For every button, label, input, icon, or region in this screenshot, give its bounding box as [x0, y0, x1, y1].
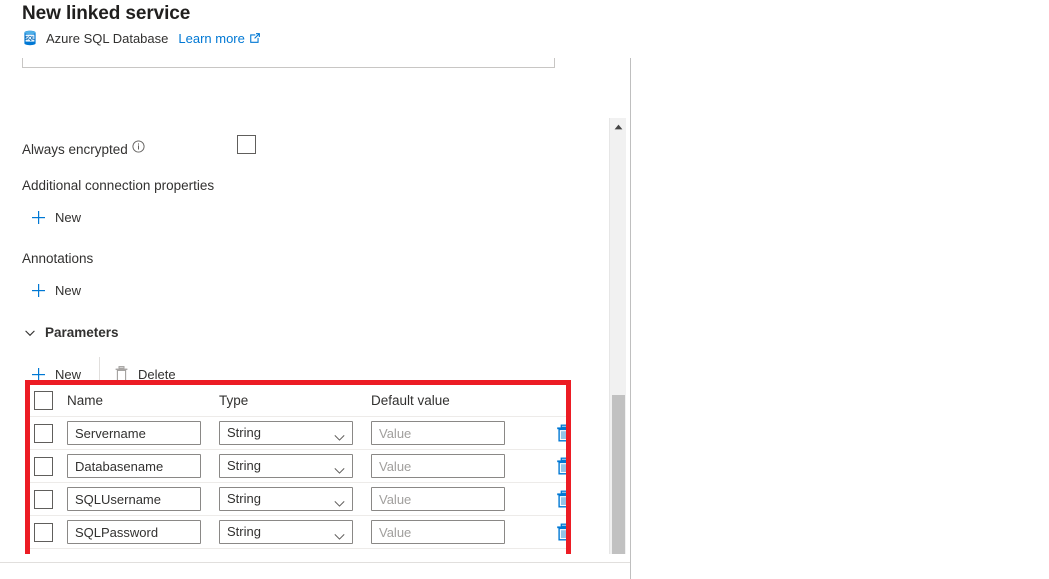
parameter-row-action-cell: [531, 424, 573, 442]
plus-icon: [31, 283, 46, 298]
additional-connection-properties-new-label: New: [55, 209, 82, 225]
parameter-name-cell: [67, 454, 219, 478]
plus-icon: [31, 367, 46, 382]
parameter-row-action-cell: [531, 523, 573, 541]
parameter-default-value-input[interactable]: [371, 454, 505, 478]
parameter-name-input[interactable]: [67, 487, 201, 511]
service-name: Azure SQL Database: [46, 30, 169, 46]
info-icon: [132, 140, 145, 153]
row-select-checkbox[interactable]: [34, 489, 53, 509]
select-all-checkbox[interactable]: [34, 391, 53, 410]
parameter-name-cell: [67, 421, 219, 445]
parameters-delete-label: Delete: [138, 366, 176, 382]
row-select-cell: [29, 489, 67, 509]
annotations-new-label: New: [55, 282, 82, 298]
column-header-type: Type: [219, 392, 249, 408]
row-select-cell: [29, 456, 67, 476]
parameter-name-input[interactable]: [67, 520, 201, 544]
parameter-default-value-input[interactable]: [371, 520, 505, 544]
parameters-section-label: Parameters: [45, 324, 119, 340]
parameter-type-select[interactable]: StringIntFloatBoolArrayObjectSecureStrin…: [219, 487, 353, 511]
parameter-default-value-input[interactable]: [371, 421, 505, 445]
scrollbar-thumb[interactable]: [612, 395, 625, 554]
external-link-icon: [249, 32, 261, 44]
parameter-name-input[interactable]: [67, 421, 201, 445]
parameter-row-action-cell: [531, 490, 573, 508]
page-title: New linked service: [22, 3, 191, 24]
select-all-cell: [29, 391, 67, 410]
row-select-checkbox[interactable]: [34, 456, 53, 476]
additional-connection-properties-new-button[interactable]: New: [31, 207, 81, 227]
blade-header: New linked service SQL Azure SQL Databas…: [0, 0, 631, 58]
parameter-type-select[interactable]: StringIntFloatBoolArrayObjectSecureStrin…: [219, 421, 353, 445]
parameter-type-select-wrap: StringIntFloatBoolArrayObjectSecureStrin…: [219, 520, 353, 544]
learn-more-link[interactable]: Learn more: [178, 31, 260, 46]
parameter-name-input[interactable]: [67, 454, 201, 478]
parameters-table: Name Type Default value StringIntFloatBo…: [29, 385, 571, 549]
parameter-name-cell: [67, 487, 219, 511]
vertical-scrollbar[interactable]: [609, 118, 626, 554]
parameter-default-value-cell: [371, 520, 531, 544]
table-header-row: Name Type Default value: [29, 385, 566, 417]
column-header-default-value: Default value: [371, 392, 450, 408]
always-encrypted-label: Always encrypted: [22, 140, 145, 157]
new-linked-service-blade: New linked service SQL Azure SQL Databas…: [0, 0, 631, 579]
parameter-default-value-cell: [371, 421, 531, 445]
plus-icon: [31, 210, 46, 225]
parameter-name-cell: [67, 520, 219, 544]
parameter-type-select-wrap: StringIntFloatBoolArrayObjectSecureStrin…: [219, 487, 353, 511]
annotations-new-button[interactable]: New: [31, 280, 81, 300]
table-row: StringIntFloatBoolArrayObjectSecureStrin…: [29, 483, 571, 516]
parameters-section-toggle[interactable]: Parameters: [24, 323, 119, 341]
parameter-type-select[interactable]: StringIntFloatBoolArrayObjectSecureStrin…: [219, 454, 353, 478]
svg-text:SQL: SQL: [25, 36, 36, 42]
row-select-checkbox[interactable]: [34, 423, 53, 443]
blade-scroll-body: Always encrypted Additional connection p…: [0, 58, 631, 554]
additional-connection-properties-label: Additional connection properties: [22, 178, 215, 193]
parameter-default-value-cell: [371, 487, 531, 511]
blade-footer-divider: [0, 562, 630, 563]
scroll-up-arrow-icon[interactable]: [610, 118, 626, 135]
table-row: StringIntFloatBoolArrayObjectSecureStrin…: [29, 516, 571, 549]
annotations-label: Annotations: [22, 251, 94, 266]
azure-sql-database-icon: SQL: [22, 30, 38, 46]
row-select-cell: [29, 423, 67, 443]
trash-icon[interactable]: [555, 457, 573, 475]
parameter-default-value-cell: [371, 454, 531, 478]
chevron-down-icon: [24, 326, 36, 338]
always-encrypted-checkbox[interactable]: [237, 135, 256, 154]
parameter-type-cell: StringIntFloatBoolArrayObjectSecureStrin…: [219, 454, 371, 478]
parameter-type-select[interactable]: StringIntFloatBoolArrayObjectSecureStrin…: [219, 520, 353, 544]
partial-field-above[interactable]: [22, 58, 555, 68]
blade-content: Always encrypted Additional connection p…: [0, 58, 612, 554]
parameters-new-button[interactable]: New: [31, 364, 81, 384]
column-header-name-cell: Name: [67, 392, 219, 410]
column-header-type-cell: Type: [219, 392, 371, 410]
parameter-type-cell: StringIntFloatBoolArrayObjectSecureStrin…: [219, 487, 371, 511]
parameter-type-cell: StringIntFloatBoolArrayObjectSecureStrin…: [219, 520, 371, 544]
table-row: StringIntFloatBoolArrayObjectSecureStrin…: [29, 417, 571, 450]
parameter-row-action-cell: [531, 457, 573, 475]
trash-icon[interactable]: [555, 490, 573, 508]
row-select-cell: [29, 522, 67, 542]
trash-icon[interactable]: [555, 424, 573, 442]
column-header-default-value-cell: Default value: [371, 392, 531, 410]
trash-icon: [114, 366, 129, 382]
parameters-delete-button[interactable]: Delete: [114, 364, 176, 384]
row-select-checkbox[interactable]: [34, 522, 53, 542]
parameter-type-select-wrap: StringIntFloatBoolArrayObjectSecureStrin…: [219, 454, 353, 478]
parameters-new-label: New: [55, 366, 82, 382]
service-subtitle: SQL Azure SQL Database Learn more: [22, 29, 261, 47]
parameter-type-select-wrap: StringIntFloatBoolArrayObjectSecureStrin…: [219, 421, 353, 445]
column-header-name: Name: [67, 392, 104, 408]
trash-icon[interactable]: [555, 523, 573, 541]
toolbar-divider: [99, 357, 100, 383]
table-row: StringIntFloatBoolArrayObjectSecureStrin…: [29, 450, 571, 483]
learn-more-label: Learn more: [178, 30, 245, 46]
parameter-default-value-input[interactable]: [371, 487, 505, 511]
parameter-type-cell: StringIntFloatBoolArrayObjectSecureStrin…: [219, 421, 371, 445]
